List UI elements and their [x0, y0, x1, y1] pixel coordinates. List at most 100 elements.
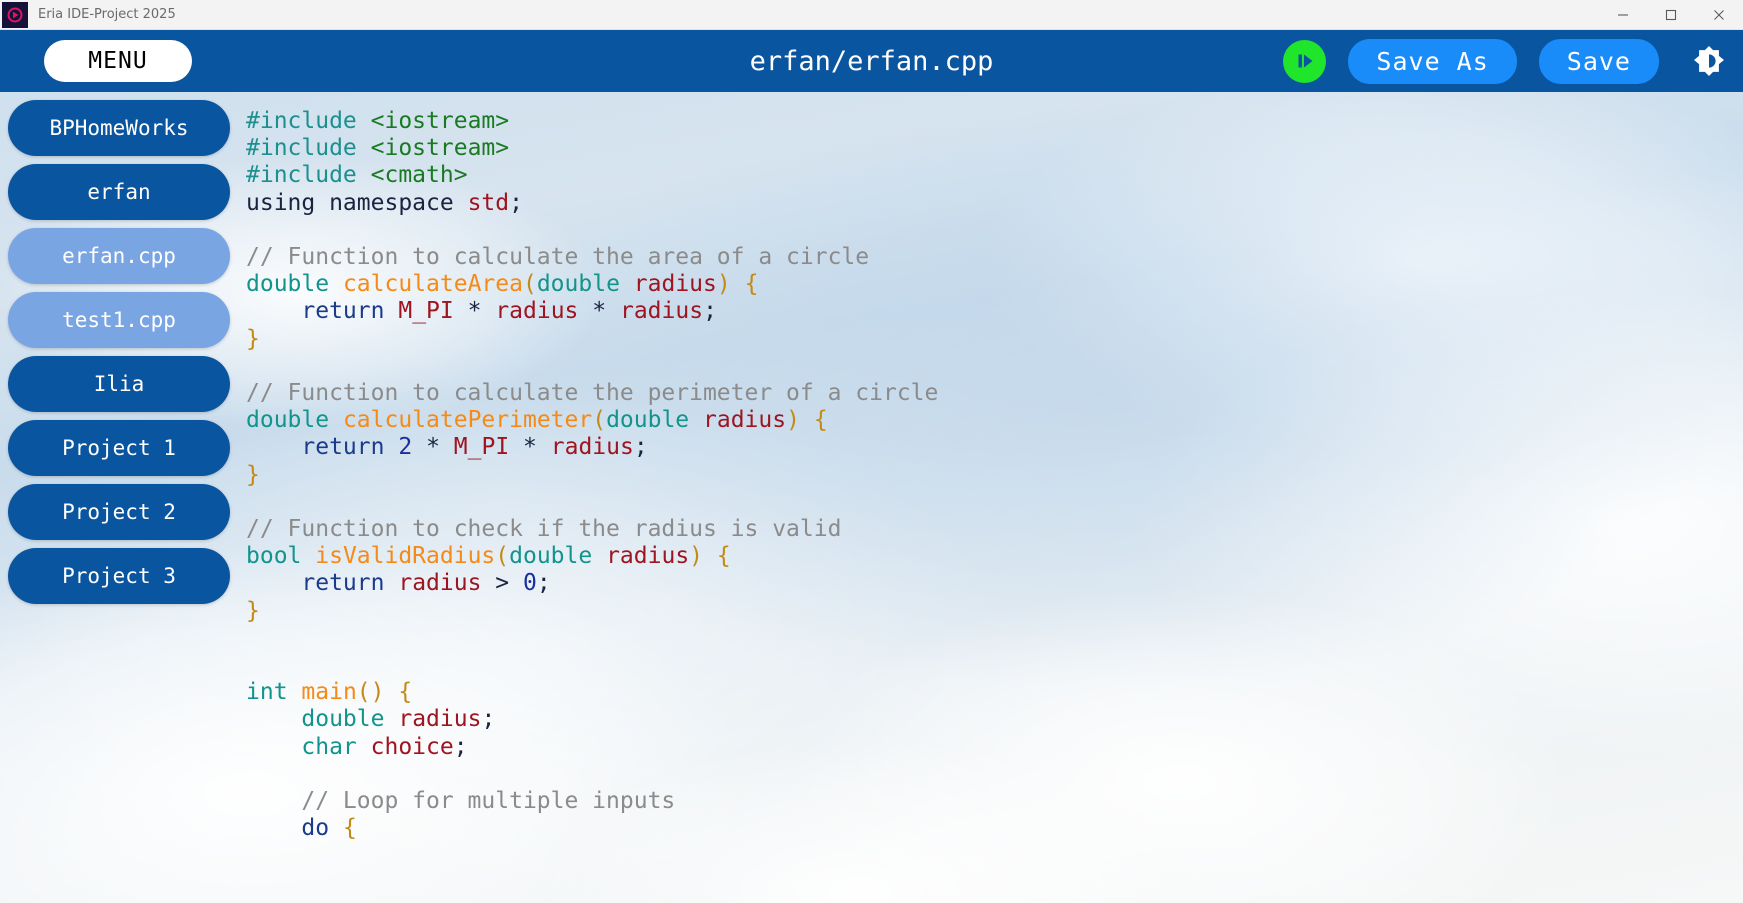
code-token: calculatePerimeter — [342, 407, 593, 434]
code-token: { — [716, 543, 731, 570]
run-play-icon[interactable] — [1283, 39, 1327, 83]
sidebar-item-ilia[interactable]: Ilia — [8, 356, 230, 412]
code-line: double calculateArea(double radius) { — [246, 271, 758, 297]
code-token: * — [467, 298, 482, 325]
code-token: } — [246, 461, 260, 488]
code-token: #include — [246, 108, 357, 134]
code-line: double radius; — [246, 706, 495, 732]
sidebar-item-erfan-cpp[interactable]: erfan.cpp — [8, 228, 230, 284]
code-token: double — [246, 407, 330, 434]
code-line: double calculatePerimeter(double radius)… — [246, 407, 828, 433]
sidebar-item-test1-cpp[interactable]: test1.cpp — [8, 292, 230, 348]
sidebar-item-project-3[interactable]: Project 3 — [8, 548, 230, 604]
close-icon[interactable] — [1695, 0, 1743, 30]
minimize-icon[interactable] — [1599, 0, 1647, 30]
code-line: #include <cmath> — [246, 162, 468, 188]
code-token: * — [592, 298, 607, 325]
code-token: isValidRadius — [315, 543, 496, 570]
code-line: // Function to calculate the area of a c… — [246, 244, 869, 270]
sidebar-item-project-1[interactable]: Project 1 — [8, 420, 230, 476]
code-token: > — [495, 570, 510, 597]
code-line: return 2 * M_PI * radius; — [246, 434, 648, 461]
brightness-toggle-icon[interactable] — [1689, 41, 1729, 81]
menu-button[interactable]: MENU — [44, 40, 192, 82]
code-token: return — [301, 434, 385, 461]
code-line: // Function to check if the radius is va… — [246, 516, 841, 542]
code-token: #include — [246, 135, 357, 162]
code-token: return — [301, 298, 385, 325]
code-token: calculateArea — [342, 271, 523, 298]
code-token: ; — [703, 298, 717, 325]
code-token: #include — [246, 162, 357, 189]
code-token: radius — [495, 298, 579, 325]
code-token: char — [301, 733, 357, 760]
code-token: radius — [703, 407, 787, 434]
code-token: { — [813, 407, 828, 434]
sidebar-item-label: BPHomeWorks — [49, 116, 189, 140]
code-token: // Function to calculate the perimeter o… — [246, 380, 939, 407]
code-line: } — [246, 598, 260, 624]
maximize-icon[interactable] — [1647, 0, 1695, 30]
code-token: * — [426, 434, 440, 461]
sidebar-item-bphomeworks[interactable]: BPHomeWorks — [8, 100, 230, 156]
code-line: return M_PI * radius * radius; — [246, 298, 717, 324]
code-token: double — [301, 706, 385, 733]
code-token: using namespace — [246, 189, 468, 216]
code-token: <iostream> — [370, 108, 510, 134]
code-token: { — [398, 679, 413, 706]
app-toolbar: MENU erfan/erfan.cpp Save As Save — [0, 30, 1743, 92]
sidebar-item-erfan[interactable]: erfan — [8, 164, 230, 220]
code-token: // Function to check if the radius is va… — [246, 516, 842, 543]
code-token: // Function to calculate the area of a c… — [246, 244, 870, 271]
code-line: char choice; — [246, 733, 468, 760]
code-token: ; — [453, 733, 468, 760]
code-token: ( — [592, 407, 607, 434]
code-line: // Loop for multiple inputs — [246, 788, 675, 814]
code-token: ; — [509, 189, 523, 216]
code-editor[interactable]: #include <iostream> #include <iostream> … — [238, 92, 1743, 903]
sidebar-item-project-2[interactable]: Project 2 — [8, 484, 230, 540]
workspace: BPHomeWorks erfan erfan.cpp test1.cpp Ilia Pr… — [0, 92, 1743, 903]
code-token: ( — [495, 543, 510, 570]
save-as-button[interactable]: Save As — [1348, 38, 1517, 84]
code-line: using namespace std; — [246, 190, 523, 216]
code-token: ; — [633, 434, 648, 461]
sidebar-item-label: erfan — [87, 180, 151, 204]
code-token: int — [246, 679, 288, 706]
toolbar-actions: Save As Save — [1283, 38, 1729, 84]
sidebar-item-label: erfan.cpp — [62, 244, 176, 268]
code-token: { — [744, 271, 759, 298]
code-line: // Function to calculate the perimeter o… — [246, 380, 938, 406]
sidebar-item-label: Project 1 — [62, 436, 176, 460]
save-button[interactable]: Save — [1538, 38, 1659, 84]
window-title: Eria IDE-Project 2025 — [38, 7, 176, 22]
code-token: radius — [606, 543, 690, 570]
code-token: double — [246, 271, 330, 298]
code-token: ; — [481, 706, 496, 733]
